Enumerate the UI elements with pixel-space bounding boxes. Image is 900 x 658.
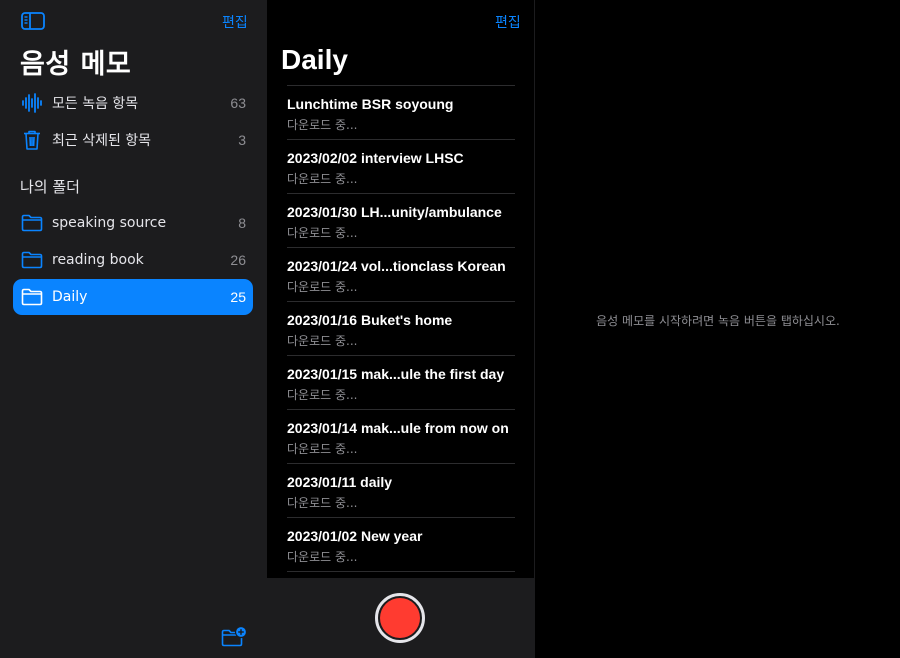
folder-icon	[20, 286, 44, 308]
sidebar-item-recently-deleted[interactable]: 최근 삭제된 항목 3	[13, 122, 253, 158]
sidebar-item-count: 63	[230, 95, 246, 111]
sidebar-item-label: Daily	[52, 289, 88, 305]
recording-status: 다운로드 중...	[287, 388, 358, 402]
recording-title: 2023/01/30 LH...unity/ambulance	[287, 204, 502, 220]
trash-icon	[20, 129, 44, 151]
sidebar-item-daily[interactable]: Daily 25	[13, 279, 253, 315]
sidebar-toggle-icon[interactable]	[21, 12, 45, 30]
sidebar-item-label: 모든 녹음 항목	[52, 96, 139, 112]
sidebar-edit-button[interactable]: 편집	[222, 12, 248, 32]
recording-title: 2023/01/11 daily	[287, 474, 393, 490]
empty-state-hint: 음성 메모를 시작하려면 녹음 버튼을 탭하십시오.	[596, 314, 840, 328]
sidebar-item-count: 3	[238, 132, 246, 148]
recording-item[interactable]: 2023/01/24 vol...tionclass Korean 다운로드 중…	[287, 248, 515, 302]
record-dot-icon	[380, 598, 420, 638]
recording-item[interactable]: 2023/01/02 New year 다운로드 중...	[287, 518, 515, 572]
recording-status: 다운로드 중...	[287, 226, 358, 240]
folder-icon	[20, 249, 44, 271]
sidebar-item-label: speaking source	[52, 215, 167, 231]
recording-title: 2023/01/16 Buket's home	[287, 312, 453, 328]
record-button[interactable]	[375, 593, 425, 643]
new-folder-icon[interactable]	[221, 625, 248, 648]
recording-status: 다운로드 중...	[287, 280, 358, 294]
sidebar-item-reading-book[interactable]: reading book 26	[13, 242, 253, 278]
sidebar-item-speaking-source[interactable]: speaking source 8	[13, 205, 253, 241]
sidebar-title: 음성 메모	[20, 49, 132, 80]
recording-status: 다운로드 중...	[287, 442, 358, 456]
recording-item[interactable]: 2023/02/02 interview LHSC 다운로드 중...	[287, 140, 515, 194]
recording-status: 다운로드 중...	[287, 496, 358, 510]
waveform-icon	[20, 92, 44, 114]
recording-item[interactable]: 2023/01/15 mak...ule the first day 다운로드 …	[287, 356, 515, 410]
sidebar-item-label: 최근 삭제된 항목	[52, 133, 152, 149]
recordings-list[interactable]: Lunchtime BSR soyoung 다운로드 중... 2023/02/…	[287, 85, 515, 579]
sidebar-item-all-recordings[interactable]: 모든 녹음 항목 63	[13, 85, 253, 121]
recording-item[interactable]: 2023/01/14 mak...ule from now on 다운로드 중.…	[287, 410, 515, 464]
list-edit-button[interactable]: 편집	[495, 12, 521, 32]
recording-title: 2023/01/15 mak...ule the first day	[287, 366, 505, 382]
recording-status: 다운로드 중...	[287, 118, 358, 132]
sidebar-item-count: 26	[230, 252, 246, 268]
recording-title: 2023/01/14 mak...ule from now on	[287, 420, 509, 436]
list-title: Daily	[281, 44, 348, 75]
sidebar-item-count: 8	[238, 215, 246, 231]
recording-status: 다운로드 중...	[287, 172, 358, 186]
folders-section-header: 나의 폴더	[20, 178, 80, 196]
recording-item[interactable]: 2023/01/11 daily 다운로드 중...	[287, 464, 515, 518]
recording-status: 다운로드 중...	[287, 334, 358, 348]
recording-item[interactable]: 2023/01/16 Buket's home 다운로드 중...	[287, 302, 515, 356]
record-toolbar	[267, 578, 534, 658]
recording-item[interactable]: 2023/01/30 LH...unity/ambulance 다운로드 중..…	[287, 194, 515, 248]
detail-pane: 음성 메모를 시작하려면 녹음 버튼을 탭하십시오.	[534, 0, 900, 658]
recording-title: Lunchtime BSR soyoung	[287, 96, 454, 112]
recording-status: 다운로드 중...	[287, 550, 358, 564]
recordings-list-pane: 편집 Daily Lunchtime BSR soyoung 다운로드 중...…	[267, 0, 534, 658]
folder-icon	[20, 212, 44, 234]
sidebar-item-count: 25	[230, 289, 246, 305]
recording-title: 2023/01/24 vol...tionclass Korean	[287, 258, 506, 274]
recording-title: 2023/02/02 interview LHSC	[287, 150, 464, 166]
sidebar: 편집 음성 메모 모든 녹음 항목 63 최근 삭제된 항목 3 나의 폴더 s…	[0, 0, 267, 658]
recording-title: 2023/01/02 New year	[287, 528, 423, 544]
recording-item[interactable]: Lunchtime BSR soyoung 다운로드 중...	[287, 86, 515, 140]
sidebar-item-label: reading book	[52, 252, 144, 268]
